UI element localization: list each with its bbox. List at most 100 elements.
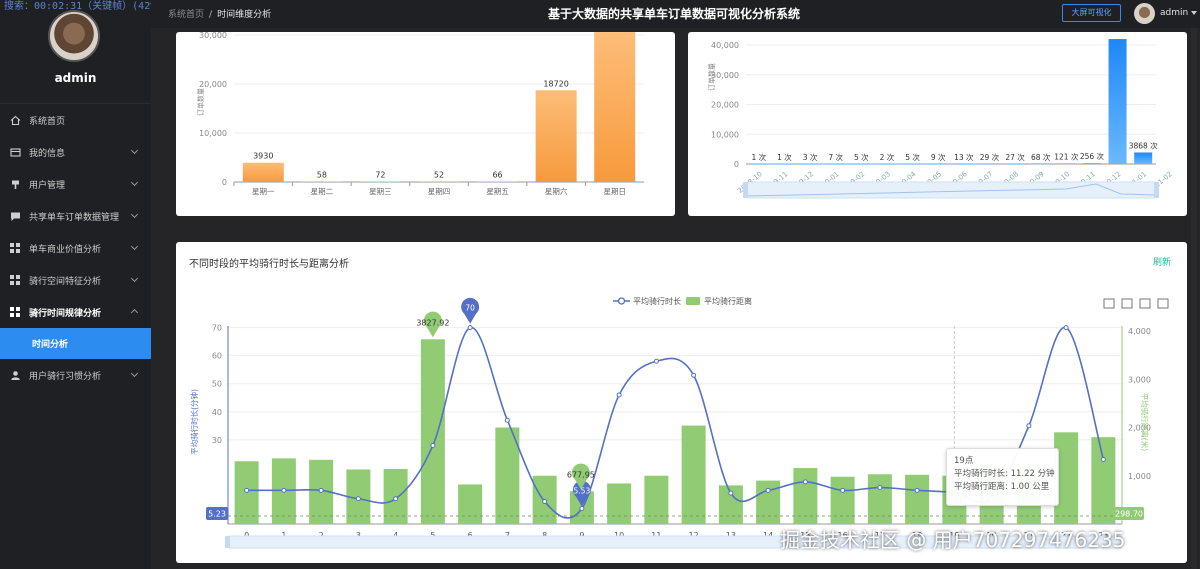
home-icon <box>10 115 21 126</box>
profile-card-icon <box>10 147 21 158</box>
weekday-orders-chart: 0 10,000 20,000 30,000 订单数量星期一 3930 星期二 58 星期三 72… <box>196 32 644 196</box>
sidebar-item-riding-habits[interactable]: 用户骑行习惯分析 <box>0 359 151 391</box>
line-point-hour-0 <box>244 487 250 493</box>
restore-icon <box>1139 298 1151 309</box>
bar-hour-16 <box>830 476 855 524</box>
line-point-hour-4 <box>393 496 399 502</box>
data-label: 5 次 <box>854 152 869 162</box>
line-point-hour-18 <box>914 487 920 493</box>
y-left-tick-label: 50 <box>212 380 222 389</box>
sidebar-username: admin <box>54 71 97 85</box>
bar <box>1108 39 1127 164</box>
sidebar-item-label: 用户管理 <box>29 180 66 191</box>
bar <box>775 163 794 165</box>
sidebar-item-label: 共享单车订单数据管理 <box>29 212 120 223</box>
sidebar-item-label: 我的信息 <box>29 148 66 159</box>
data-label: 9 次 <box>931 152 946 162</box>
header-avatar[interactable] <box>1134 3 1155 24</box>
y-tick-label: 0 <box>734 160 739 169</box>
sidebar-item-time-patterns[interactable]: 骑行时间规律分析 <box>0 296 151 328</box>
data-label: 256 次 <box>1080 151 1105 161</box>
bar-hour-10 <box>607 483 632 524</box>
x-tick-label: 星期三 <box>369 187 392 196</box>
chevron-down-icon <box>130 369 139 378</box>
y-tick-label: 20,000 <box>199 80 227 89</box>
line-point-hour-16 <box>840 487 846 493</box>
bar-星期六 <box>535 90 577 182</box>
hourly-duration-distance-card: 不同时段的平均骑行时长与距离分析 刷新 平均骑行时长 平均骑行距离 30 40 50 60… <box>176 242 1187 563</box>
data-label: 3930 <box>253 152 273 161</box>
zoom-icon <box>1103 298 1115 309</box>
bar <box>980 163 999 165</box>
bar <box>801 163 820 165</box>
chevron-down-icon <box>130 210 139 219</box>
monthly-orders-card: 0 10,000 20,000 30,000 40,000 订单数量 1 次1 次3 次7 … <box>688 32 1187 216</box>
avatar[interactable] <box>48 10 100 62</box>
sidebar-item-label: 系统首页 <box>29 116 66 127</box>
y-tick-label: 30,000 <box>199 32 227 40</box>
data-label: 13 次 <box>954 152 974 162</box>
breadcrumb-current: 时间维度分析 <box>217 10 272 20</box>
video-overlay-text: 搜索：00:02:31（关键帧）(42%) <box>4 1 163 12</box>
line-point-hour-14 <box>765 487 771 493</box>
y-right-axis-label: 平均骑行距离(米) <box>1140 393 1150 451</box>
data-label: 29 次 <box>980 152 1000 162</box>
bar-hour-6 <box>458 484 483 524</box>
y-right-tick-label: 4,000 <box>1128 327 1151 336</box>
y-tick-label: 10,000 <box>711 130 739 139</box>
sidebar-item-order-data-management[interactable]: 共享单车订单数据管理 <box>0 200 151 232</box>
data-label: 5 次 <box>905 152 920 162</box>
y-left-tick-label: 60 <box>212 352 222 361</box>
sidebar-menu: 系统首页 我的信息 用户管理 共享单车订单数据管理 单车商业价值分析 骑行空间特… <box>0 103 151 391</box>
data-label: 18720 <box>543 79 568 88</box>
grid-icon <box>10 243 20 253</box>
bar <box>1082 163 1101 164</box>
max-duration-pin-label: 70 <box>465 304 475 313</box>
chart-tooltip: 19点 平均骑行时长: 11.22 分钟 平均骑行距离: 1.00 公里 <box>946 448 1059 506</box>
line-point-hour-5 <box>430 442 436 448</box>
y-left-tick-label: 70 <box>212 324 222 333</box>
data-label: 58 <box>317 171 327 180</box>
line-point-hour-10 <box>616 392 622 398</box>
y-axis-label: 订单数量 <box>707 63 716 91</box>
bar <box>1006 163 1025 165</box>
breadcrumb-home[interactable]: 系统首页 <box>168 10 204 20</box>
bar <box>929 163 948 165</box>
top-header: 系统首页 / 时间维度分析 基于大数据的共享单车订单数据可视化分析系统 大屏可视化 … <box>151 0 1200 28</box>
sidebar-item-label: 单车商业价值分析 <box>29 244 102 255</box>
bar <box>903 163 922 165</box>
sidebar-item-user-management[interactable]: 用户管理 <box>0 168 151 200</box>
bar <box>1057 163 1076 165</box>
tooltip-hour: 19点 <box>954 456 974 466</box>
download-icon <box>1157 298 1169 309</box>
bar-hour-14 <box>756 480 781 524</box>
data-label: 52 <box>434 171 444 180</box>
line-point-hour-9 <box>579 505 585 511</box>
line-point-hour-11 <box>653 358 659 364</box>
line-point-hour-23 <box>1100 456 1106 462</box>
sidebar-item-label: 骑行空间特征分析 <box>29 276 102 287</box>
bigscreen-button[interactable]: 大屏可视化 <box>1062 4 1121 22</box>
chat-icon <box>10 211 21 222</box>
sidebar-item-home[interactable]: 系统首页 <box>0 104 151 136</box>
data-label: 72 <box>375 171 385 180</box>
bar-hour-12 <box>681 425 706 524</box>
chevron-down-icon <box>130 274 139 283</box>
x-tick-label: 星期二 <box>311 187 334 196</box>
line-point-hour-6 <box>467 325 473 331</box>
line-point-hour-12 <box>691 372 697 378</box>
sidebar-subitem-time-analysis[interactable]: 时间分析 <box>0 328 151 359</box>
caret-down-icon[interactable] <box>1191 11 1197 15</box>
x-tick-label: 星期日 <box>603 187 626 196</box>
breadcrumb: 系统首页 / 时间维度分析 <box>168 7 271 20</box>
data-label: 1 次 <box>751 152 766 162</box>
vertical-scrollbar[interactable] <box>1191 28 1197 569</box>
header-username[interactable]: admin <box>1160 8 1188 18</box>
data-label: 2 次 <box>880 152 895 162</box>
line-point-hour-13 <box>728 490 734 496</box>
sidebar-item-spatial-features[interactable]: 骑行空间特征分析 <box>0 264 151 296</box>
x-tick-label: 星期六 <box>545 186 568 196</box>
x-tick-label: 星期一 <box>252 187 275 196</box>
sidebar-item-business-value[interactable]: 单车商业价值分析 <box>0 232 151 264</box>
sidebar-item-my-info[interactable]: 我的信息 <box>0 136 151 168</box>
